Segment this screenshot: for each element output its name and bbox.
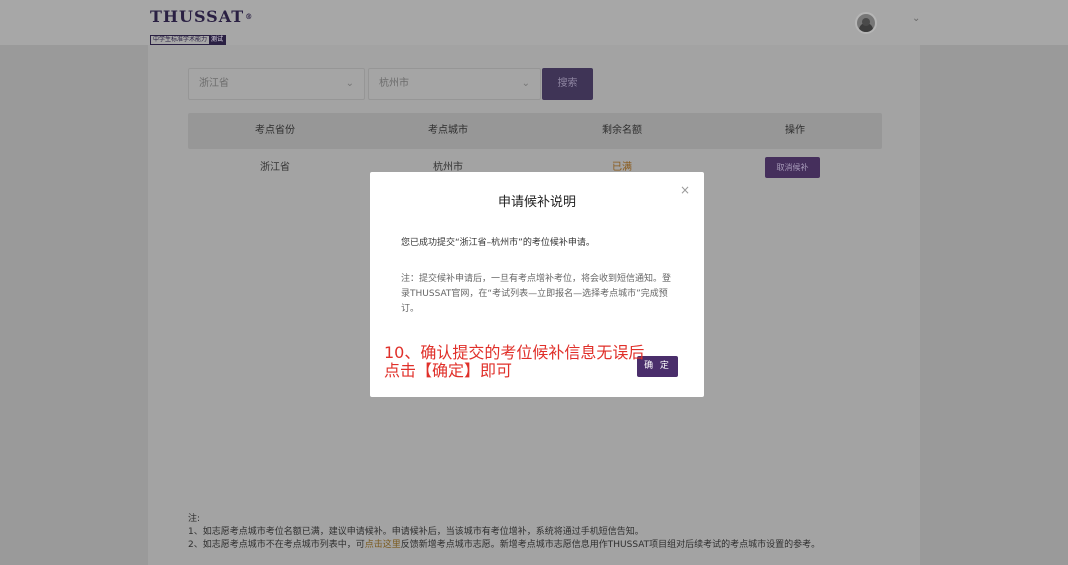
dialog-note: 注：提交候补申请后，一旦有考点增补考位，将会收到短信通知。登录THUSSAT官网… (401, 274, 672, 314)
column-header-remaining: 剩余名额 (602, 125, 642, 136)
table-header: 考点省份 考点城市 剩余名额 操作 (188, 113, 882, 149)
logo-tag: 测试 (209, 35, 226, 44)
notes-line-2-b: 反馈新增考点城市志愿。新增考点城市志愿信息用作THUSSAT项目组对后续考试的考… (400, 540, 821, 550)
city-select-value: 杭州市 (379, 78, 409, 89)
province-select-value: 浙江省 (199, 78, 229, 89)
notes-line-2-a: 2、如志愿考点城市不在考点城市列表中，可 (188, 540, 365, 550)
logo-subtitle-text: 中学生标准学术能力 (153, 36, 208, 43)
feedback-link[interactable]: 点击这里 (365, 540, 401, 550)
chevron-down-icon[interactable]: ⌄ (912, 13, 920, 24)
logo-text: THUSSAT (150, 7, 245, 26)
notes: 注: 1、如志愿考点城市考位名额已满，建议申请候补。申请候补后，当该城市有考位增… (188, 513, 820, 552)
logo-subtitle: 中学生标准学术能力 测试 (150, 34, 227, 45)
search-button[interactable]: 搜索 (542, 68, 593, 100)
column-header-action: 操作 (785, 125, 805, 136)
cancel-waitlist-button[interactable]: 取消候补 (765, 157, 820, 178)
annotation-line-2: 点击【确定】即可 (384, 361, 513, 380)
cell-province: 浙江省 (260, 162, 290, 173)
column-header-province: 考点省份 (255, 125, 295, 136)
notes-line-2: 2、如志愿考点城市不在考点城市列表中，可点击这里反馈新增考点城市志愿。新增考点城… (188, 539, 820, 552)
chevron-down-icon: ⌄ (521, 78, 530, 89)
notes-title: 注: (188, 514, 201, 524)
notes-line-1: 1、如志愿考点城市考位名额已满，建议申请候补。申请候补后，当该城市有考位增补，系… (188, 527, 644, 537)
city-select[interactable]: 杭州市 ⌄ (368, 68, 541, 100)
logo-reg-mark: ® (245, 12, 254, 21)
annotation-line-1: 10、确认提交的考位候补信息无误后 (384, 343, 645, 362)
instruction-annotation: 10、确认提交的考位候补信息无误后 点击【确定】即可 (384, 344, 684, 380)
top-bar: THUSSAT® 中学生标准学术能力 测试 ⌄ (0, 0, 1068, 45)
dialog-message: 您已成功提交“浙江省–杭州市”的考位候补申请。 (401, 238, 595, 248)
chevron-down-icon: ⌄ (345, 78, 354, 89)
column-header-city: 考点城市 (428, 125, 468, 136)
close-icon[interactable]: × (680, 183, 690, 197)
dialog-title: 申请候补说明 (497, 195, 576, 210)
avatar[interactable] (855, 12, 877, 34)
province-select[interactable]: 浙江省 ⌄ (188, 68, 365, 100)
thussat-logo[interactable]: THUSSAT® 中学生标准学术能力 测试 (150, 8, 252, 45)
